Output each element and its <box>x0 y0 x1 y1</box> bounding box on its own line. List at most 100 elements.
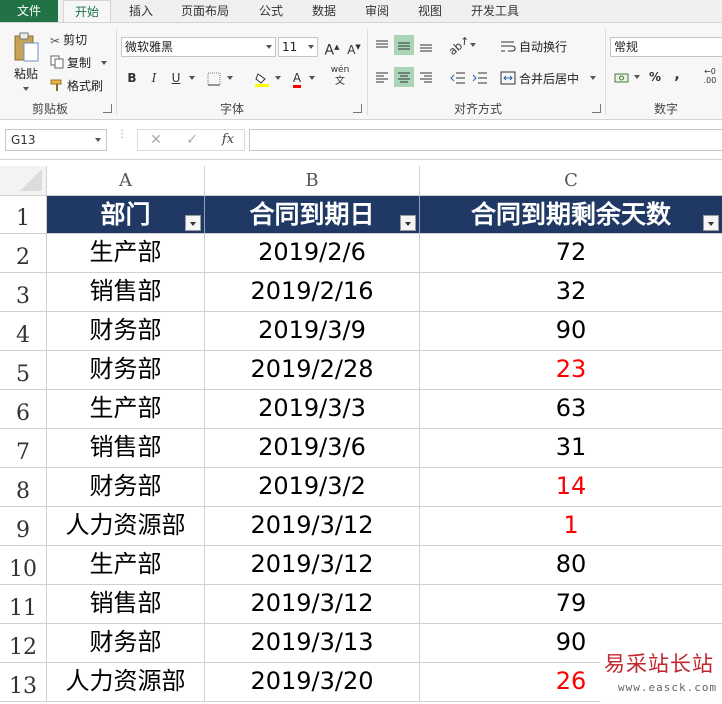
days-cell[interactable]: 32 <box>420 273 722 312</box>
shrink-font-button[interactable]: A▼ <box>344 37 364 57</box>
cancel-icon[interactable]: ✕ <box>144 130 168 150</box>
paste-dropdown-arrow[interactable] <box>23 87 29 91</box>
borders-dropdown-arrow[interactable] <box>227 76 233 80</box>
date-cell[interactable]: 2019/3/12 <box>205 585 420 624</box>
percent-button[interactable]: % <box>645 67 665 87</box>
align-right-button[interactable] <box>416 67 436 87</box>
decrease-indent-button[interactable] <box>448 67 468 87</box>
cut-button[interactable]: ✂ 剪切 <box>50 31 87 48</box>
paste-button[interactable]: 粘贴 <box>8 31 44 91</box>
column-header-c[interactable]: C <box>420 166 722 196</box>
row-header-10[interactable]: 10 <box>0 546 47 585</box>
font-color-button[interactable]: A <box>287 68 307 88</box>
font-name-combo[interactable]: 微软雅黑 <box>121 37 276 57</box>
number-format-combo[interactable]: 常规 <box>610 37 722 57</box>
dept-cell[interactable]: 生产部 <box>47 546 205 585</box>
copy-button[interactable]: 复制 <box>50 54 91 72</box>
column-header-a[interactable]: A <box>47 166 205 196</box>
header-cell[interactable]: 合同到期日 <box>205 196 420 234</box>
tab-developer[interactable]: 开发工具 <box>462 0 528 22</box>
dept-cell[interactable]: 销售部 <box>47 273 205 312</box>
tab-insert[interactable]: 插入 <box>117 0 165 22</box>
tab-page-layout[interactable]: 页面布局 <box>172 0 238 22</box>
merge-center-button[interactable]: 合并后居中 <box>500 70 579 88</box>
grow-font-button[interactable]: A▲ <box>322 37 342 59</box>
date-cell[interactable]: 2019/2/28 <box>205 351 420 390</box>
days-cell[interactable]: 31 <box>420 429 722 468</box>
underline-button[interactable]: U <box>166 68 186 88</box>
merge-center-dropdown-arrow[interactable] <box>590 76 596 80</box>
select-all-corner[interactable] <box>0 166 47 196</box>
days-cell[interactable]: 23 <box>420 351 722 390</box>
dept-cell[interactable]: 人力资源部 <box>47 507 205 546</box>
font-size-dropdown-arrow[interactable] <box>308 45 314 49</box>
tab-review[interactable]: 审阅 <box>353 0 401 22</box>
days-cell[interactable]: 1 <box>420 507 722 546</box>
row-header-12[interactable]: 12 <box>0 624 47 663</box>
wrap-text-button[interactable]: 自动换行 <box>500 38 567 56</box>
underline-dropdown-arrow[interactable] <box>189 76 195 80</box>
currency-dropdown-arrow[interactable] <box>634 75 640 79</box>
date-cell[interactable]: 2019/3/13 <box>205 624 420 663</box>
date-cell[interactable]: 2019/2/16 <box>205 273 420 312</box>
orientation-dropdown-arrow[interactable] <box>470 43 476 47</box>
italic-button[interactable]: I <box>144 68 164 88</box>
days-cell[interactable]: 14 <box>420 468 722 507</box>
phonetic-button[interactable]: wén 文 <box>328 65 352 87</box>
dept-cell[interactable]: 财务部 <box>47 351 205 390</box>
dept-cell[interactable]: 生产部 <box>47 390 205 429</box>
name-box-dropdown-arrow[interactable] <box>95 138 101 142</box>
row-header-3[interactable]: 3 <box>0 273 47 312</box>
row-header-13[interactable]: 13 <box>0 663 47 702</box>
dept-cell[interactable]: 财务部 <box>47 624 205 663</box>
tab-data[interactable]: 数据 <box>300 0 348 22</box>
days-cell[interactable]: 79 <box>420 585 722 624</box>
date-cell[interactable]: 2019/2/6 <box>205 234 420 273</box>
copy-dropdown-arrow[interactable] <box>101 61 107 65</box>
orientation-button[interactable]: ab↗ <box>446 33 472 58</box>
increase-decimal-button[interactable]: ←0.00 <box>700 67 720 87</box>
font-color-dropdown-arrow[interactable] <box>309 76 315 80</box>
middle-align-button[interactable] <box>394 35 414 55</box>
fill-color-dropdown-arrow[interactable] <box>275 76 281 80</box>
bold-button[interactable]: B <box>122 68 142 88</box>
currency-button[interactable] <box>612 67 632 87</box>
enter-icon[interactable]: ✓ <box>180 130 204 150</box>
row-header-6[interactable]: 6 <box>0 390 47 429</box>
header-cell[interactable]: 部门 <box>47 196 205 234</box>
font-name-dropdown-arrow[interactable] <box>266 45 272 49</box>
dept-cell[interactable]: 财务部 <box>47 312 205 351</box>
dept-cell[interactable]: 销售部 <box>47 585 205 624</box>
filter-dropdown-icon[interactable] <box>400 215 416 231</box>
tab-view[interactable]: 视图 <box>406 0 454 22</box>
dept-cell[interactable]: 人力资源部 <box>47 663 205 702</box>
header-cell[interactable]: 合同到期剩余天数 <box>420 196 722 234</box>
borders-button[interactable] <box>204 68 224 88</box>
column-header-b[interactable]: B <box>205 166 420 196</box>
comma-button[interactable]: , <box>667 65 687 85</box>
row-header-1[interactable]: 1 <box>0 196 47 234</box>
font-launcher-icon[interactable] <box>353 104 362 113</box>
row-header-7[interactable]: 7 <box>0 429 47 468</box>
font-size-combo[interactable]: 11 <box>278 37 318 57</box>
alignment-launcher-icon[interactable] <box>592 104 601 113</box>
clipboard-launcher-icon[interactable] <box>103 104 112 113</box>
align-left-button[interactable] <box>372 67 392 87</box>
fill-color-button[interactable] <box>252 68 272 88</box>
resize-handle-icon[interactable]: ⋮ <box>117 130 127 140</box>
row-header-9[interactable]: 9 <box>0 507 47 546</box>
filter-dropdown-icon[interactable] <box>185 215 201 231</box>
row-header-4[interactable]: 4 <box>0 312 47 351</box>
tab-file[interactable]: 文件 <box>0 0 58 22</box>
tab-formulas[interactable]: 公式 <box>247 0 295 22</box>
name-box[interactable]: G13 <box>5 129 107 151</box>
dept-cell[interactable]: 财务部 <box>47 468 205 507</box>
formula-input[interactable] <box>249 129 722 151</box>
date-cell[interactable]: 2019/3/3 <box>205 390 420 429</box>
filter-dropdown-icon[interactable] <box>703 215 719 231</box>
row-header-8[interactable]: 8 <box>0 468 47 507</box>
dept-cell[interactable]: 销售部 <box>47 429 205 468</box>
date-cell[interactable]: 2019/3/6 <box>205 429 420 468</box>
align-center-button[interactable] <box>394 67 414 87</box>
format-painter-button[interactable]: 格式刷 <box>50 77 103 95</box>
